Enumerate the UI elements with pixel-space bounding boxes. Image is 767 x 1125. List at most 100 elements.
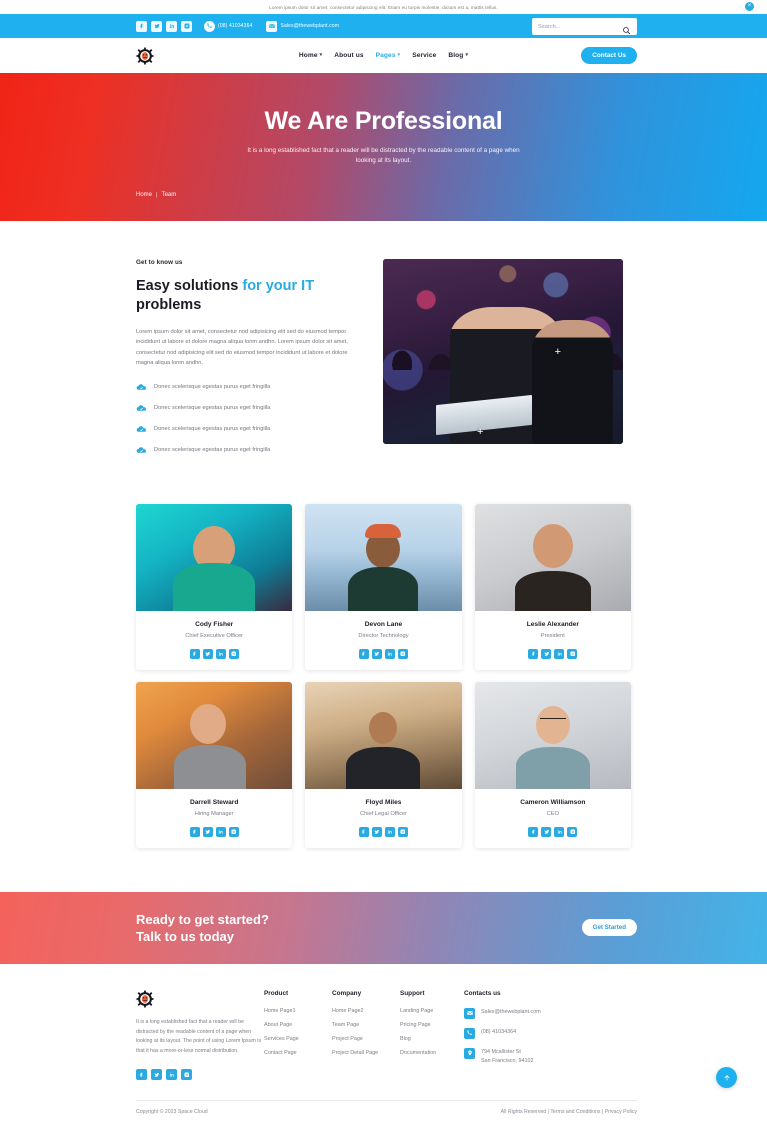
team-card[interactable]: Cameron Williamson CEO bbox=[474, 681, 631, 848]
linkedin-icon[interactable] bbox=[384, 826, 395, 837]
facebook-icon[interactable] bbox=[528, 826, 539, 837]
top-phone[interactable]: (08) 41034364 bbox=[204, 20, 252, 32]
nav-item-pages[interactable]: Pages ▾ bbox=[376, 52, 401, 59]
footer-link[interactable]: Services Page bbox=[264, 1036, 332, 1042]
team-member-name: Floyd Miles bbox=[365, 798, 402, 806]
twitter-icon[interactable] bbox=[371, 826, 382, 837]
footer-link[interactable]: Contact Page bbox=[264, 1050, 332, 1056]
about-feature-item: Donec scelerisque egestas purus eget fri… bbox=[136, 403, 351, 414]
breadcrumb-home[interactable]: Home bbox=[136, 192, 152, 198]
facebook-icon[interactable] bbox=[136, 20, 147, 32]
twitter-icon[interactable] bbox=[202, 648, 213, 659]
hero-banner: We Are Professional It is a long establi… bbox=[0, 73, 767, 221]
footer-contact-phone[interactable]: (08) 41034364 bbox=[464, 1027, 614, 1039]
footer-about-text: It is a long established fact that a rea… bbox=[136, 1018, 262, 1054]
team-card[interactable]: Devon Lane Director Technology bbox=[305, 503, 462, 670]
footer-contact-phone-text: (08) 41034364 bbox=[481, 1028, 517, 1035]
contact-us-button[interactable]: Contact Us bbox=[581, 47, 637, 64]
footer-logo[interactable] bbox=[136, 990, 154, 1008]
team-card[interactable]: Floyd Miles Chief Legal Officer bbox=[305, 681, 462, 848]
search-box[interactable] bbox=[532, 18, 637, 35]
twitter-icon[interactable] bbox=[151, 1069, 162, 1081]
footer-link[interactable]: Home Page1 bbox=[264, 1008, 332, 1014]
nav-item-home[interactable]: Home ▾ bbox=[299, 52, 322, 59]
arrow-up-icon bbox=[723, 1075, 730, 1081]
nav-item-about-us[interactable]: About us bbox=[334, 52, 363, 59]
linkedin-icon[interactable] bbox=[384, 648, 395, 659]
close-icon[interactable]: × bbox=[745, 2, 754, 11]
image-marker-plus-icon[interactable]: + bbox=[555, 347, 561, 358]
footer-link[interactable]: Home Page2 bbox=[332, 1008, 400, 1014]
top-email[interactable]: Sales@thewebplant.com bbox=[266, 20, 339, 32]
linkedin-icon[interactable] bbox=[554, 648, 565, 659]
footer-link[interactable]: Blog bbox=[400, 1036, 464, 1042]
twitter-icon[interactable] bbox=[202, 826, 213, 837]
cloud-check-icon bbox=[136, 445, 147, 456]
get-started-button[interactable]: Get Started bbox=[581, 919, 637, 937]
image-marker-plus-icon[interactable]: + bbox=[477, 427, 483, 438]
instagram-icon[interactable] bbox=[228, 826, 239, 837]
twitter-icon[interactable] bbox=[371, 648, 382, 659]
team-grid: Cody Fisher Chief Executive Officer Devo… bbox=[0, 466, 767, 892]
mail-icon bbox=[464, 1007, 475, 1019]
nav-item-label: Blog bbox=[448, 52, 464, 59]
twitter-icon[interactable] bbox=[541, 826, 552, 837]
instagram-icon[interactable] bbox=[181, 1069, 192, 1081]
footer-link[interactable]: Pricing Page bbox=[400, 1022, 464, 1028]
facebook-icon[interactable] bbox=[189, 826, 200, 837]
team-card[interactable]: Leslie Alexander President bbox=[474, 503, 631, 670]
team-card[interactable]: Darrell Steward Hiring Manager bbox=[136, 681, 293, 848]
footer-link[interactable]: About Page bbox=[264, 1022, 332, 1028]
footer-link[interactable]: Documentation bbox=[400, 1050, 464, 1056]
top-social-list bbox=[136, 20, 192, 32]
facebook-icon[interactable] bbox=[528, 648, 539, 659]
team-member-role: CEO bbox=[546, 810, 559, 817]
linkedin-icon[interactable] bbox=[215, 826, 226, 837]
linkedin-icon[interactable] bbox=[166, 20, 177, 32]
site-logo[interactable] bbox=[136, 46, 154, 65]
footer-column-title: Product bbox=[264, 989, 289, 997]
footer-link[interactable]: Landing Page bbox=[400, 1008, 464, 1014]
search-input[interactable] bbox=[538, 23, 622, 30]
team-member-role: Chief Legal Officer bbox=[359, 810, 407, 817]
hero-subtitle: It is a long established fact that a rea… bbox=[247, 147, 520, 165]
footer-legal-links[interactable]: All Rights Reserved | Terms and Conditio… bbox=[501, 1109, 637, 1115]
footer-link[interactable]: Team Page bbox=[332, 1022, 400, 1028]
linkedin-icon[interactable] bbox=[166, 1069, 177, 1081]
nav-item-label: Pages bbox=[375, 52, 396, 59]
facebook-icon[interactable] bbox=[358, 826, 369, 837]
twitter-icon[interactable] bbox=[151, 20, 162, 32]
about-description: Lorem ipsum dolor sit amet, consectetur … bbox=[136, 328, 348, 367]
cta-line1: Ready to get started? bbox=[136, 911, 269, 927]
nav-item-label: Home bbox=[298, 52, 318, 59]
nav-item-blog[interactable]: Blog ▾ bbox=[448, 52, 468, 59]
twitter-icon[interactable] bbox=[541, 648, 552, 659]
facebook-icon[interactable] bbox=[358, 648, 369, 659]
facebook-icon[interactable] bbox=[189, 648, 200, 659]
footer-contact-email-text: Sales@thewebplant.com bbox=[481, 1008, 541, 1015]
about-heading-part2: problems bbox=[136, 296, 202, 313]
instagram-icon[interactable] bbox=[228, 648, 239, 659]
instagram-icon[interactable] bbox=[567, 648, 578, 659]
instagram-icon[interactable] bbox=[397, 826, 408, 837]
facebook-icon[interactable] bbox=[136, 1069, 147, 1081]
instagram-icon[interactable] bbox=[397, 648, 408, 659]
cloud-check-icon bbox=[136, 403, 147, 414]
search-icon[interactable] bbox=[622, 22, 631, 35]
footer-contact-email[interactable]: Sales@thewebplant.com bbox=[464, 1007, 614, 1019]
nav-item-label: Service bbox=[412, 52, 437, 59]
instagram-icon[interactable] bbox=[567, 826, 578, 837]
footer-social-list bbox=[136, 1069, 264, 1081]
linkedin-icon[interactable] bbox=[554, 826, 565, 837]
instagram-icon[interactable] bbox=[181, 20, 192, 32]
scroll-to-top-button[interactable] bbox=[716, 1067, 737, 1089]
team-member-photo bbox=[136, 503, 293, 611]
team-card[interactable]: Cody Fisher Chief Executive Officer bbox=[136, 503, 293, 670]
linkedin-icon[interactable] bbox=[215, 648, 226, 659]
about-feature-label: Donec scelerisque egestas purus eget fri… bbox=[154, 447, 271, 454]
nav-item-service[interactable]: Service bbox=[412, 52, 436, 59]
footer-link[interactable]: Project Detail Page bbox=[332, 1050, 400, 1056]
footer-column-product: Product Home Page1 About Page Services P… bbox=[264, 990, 332, 1081]
copyright-text: Copyright © 2023 Space Cloud bbox=[136, 1109, 208, 1116]
footer-link[interactable]: Project Page bbox=[332, 1036, 400, 1042]
